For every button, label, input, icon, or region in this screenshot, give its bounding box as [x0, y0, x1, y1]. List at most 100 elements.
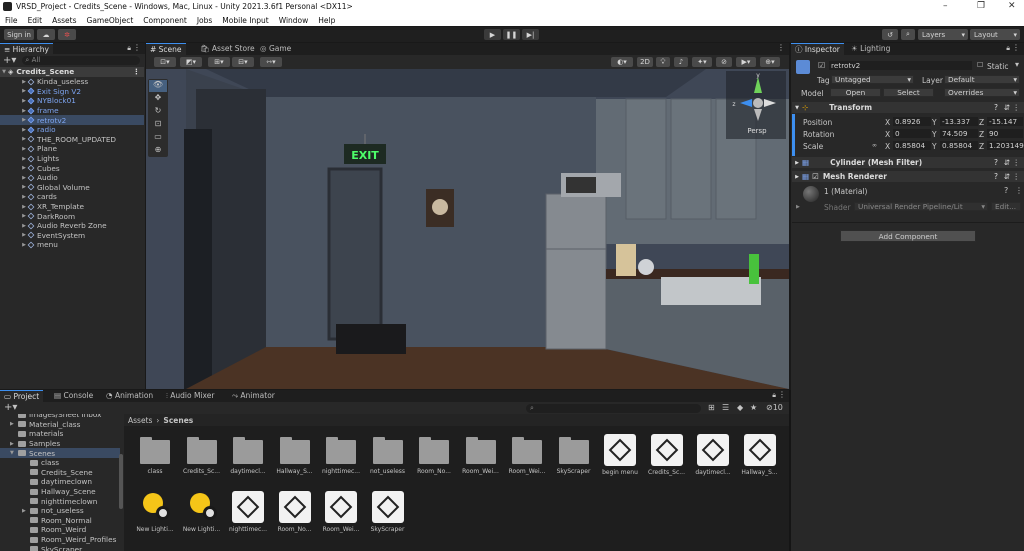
- asset-folder-item[interactable]: nighttimec...: [320, 432, 362, 492]
- pause-button[interactable]: ❚❚: [503, 29, 520, 40]
- menu-file[interactable]: File: [5, 16, 18, 25]
- hierarchy-item-frame[interactable]: ▶ frame: [0, 106, 144, 116]
- hierarchy-item-audio-reverb-zone[interactable]: ▶ Audio Reverb Zone: [0, 221, 144, 231]
- help-icon[interactable]: ?: [994, 103, 998, 112]
- audio-toggle-icon[interactable]: ♪: [674, 57, 688, 67]
- asset-light-item[interactable]: New Lighti...: [181, 489, 223, 549]
- link-icon[interactable]: ∞: [872, 142, 877, 149]
- project-folder-scenes[interactable]: ▼ Scenes: [0, 448, 120, 458]
- grid-snap-dropdown[interactable]: ⊞▾: [208, 57, 230, 67]
- menu-help[interactable]: Help: [318, 16, 335, 25]
- expand-arrow-icon[interactable]: ▼: [10, 450, 18, 456]
- project-folder-samples[interactable]: ▶ Samples: [0, 439, 120, 449]
- label-icon[interactable]: ◆: [737, 403, 743, 412]
- lock-icon[interactable]: 🔒︎: [1006, 44, 1010, 53]
- asset-folder-item[interactable]: SkyScraper: [553, 432, 595, 492]
- search-icon[interactable]: ⌕: [901, 29, 915, 40]
- project-folder-skyscraper[interactable]: SkyScraper: [0, 544, 120, 551]
- rotation-x-field[interactable]: 0: [893, 129, 931, 138]
- render-mode-dropdown[interactable]: ◐▾: [611, 57, 633, 67]
- tab-lighting[interactable]: ☀ Lighting: [847, 43, 894, 54]
- preset-icon[interactable]: ⇵: [1004, 172, 1010, 181]
- hierarchy-item-cubes[interactable]: ▶ Cubes: [0, 163, 144, 173]
- lighting-toggle-icon[interactable]: 💡︎: [656, 57, 670, 67]
- scale-y-field[interactable]: 0.85804: [940, 141, 978, 150]
- hierarchy-item-darkroom[interactable]: ▶ DarkRoom: [0, 211, 144, 221]
- breadcrumb-assets[interactable]: Assets: [128, 416, 152, 425]
- tab-game[interactable]: ◎ Game: [256, 43, 295, 54]
- rotation-z-field[interactable]: 90: [987, 129, 1023, 138]
- asset-folder-item[interactable]: class: [134, 432, 176, 492]
- preset-icon[interactable]: ⇵: [1004, 158, 1010, 167]
- transform-header[interactable]: ▼ ⊹ Transform ? ⇵ ⋮: [792, 102, 1024, 113]
- tab-animator[interactable]: ⤳ Animator: [228, 390, 279, 401]
- sign-in-button[interactable]: Sign in: [4, 29, 34, 40]
- project-folder-hallway-scene[interactable]: Hallway_Scene: [0, 487, 120, 497]
- project-folder-room-weird[interactable]: Room_Weird: [0, 525, 120, 535]
- menu-component[interactable]: Component: [143, 16, 187, 25]
- tab-console[interactable]: ▤ Console: [50, 390, 97, 401]
- menu-jobs[interactable]: Jobs: [197, 16, 212, 25]
- asset-folder-item[interactable]: daytimecl...: [227, 432, 269, 492]
- maximize-icon[interactable]: ❐: [977, 1, 985, 11]
- step-button[interactable]: ▶|: [522, 29, 539, 40]
- overrides-dropdown[interactable]: Overrides ▾: [944, 88, 1020, 97]
- play-button[interactable]: ▶: [484, 29, 501, 40]
- view-tool-icon[interactable]: 👁︎: [149, 80, 167, 92]
- project-folder-nighttimeclown[interactable]: nighttimeclown: [0, 496, 120, 506]
- tab-inspector[interactable]: ⓘ Inspector: [791, 43, 844, 55]
- hidden-objects-icon[interactable]: ⊘: [716, 57, 732, 67]
- effects-dropdown[interactable]: ✦▾: [692, 57, 712, 67]
- shading-dropdown[interactable]: ◩▾: [180, 57, 202, 67]
- expand-arrow-icon[interactable]: ▶: [796, 204, 800, 210]
- hierarchy-search-input[interactable]: ⌕ All: [22, 55, 141, 65]
- asset-scene-item[interactable]: begin menu: [599, 432, 641, 492]
- project-folder-material-class[interactable]: ▶ Material_class: [0, 420, 120, 430]
- asset-scene-item[interactable]: Hallway_S...: [739, 432, 781, 492]
- menu-assets[interactable]: Assets: [52, 16, 76, 25]
- expand-arrow-icon[interactable]: ▶: [22, 508, 30, 514]
- gizmos-dropdown[interactable]: ⊕▾: [760, 57, 780, 67]
- hierarchy-item-nyblock01[interactable]: ▶ NYBlock01: [0, 96, 144, 106]
- position-y-field[interactable]: -13.337: [940, 117, 978, 126]
- layout-dropdown[interactable]: Layout ▾: [970, 29, 1020, 40]
- shader-dropdown[interactable]: Universal Render Pipeline/Lit ▾: [854, 202, 988, 211]
- layers-dropdown[interactable]: Layers ▾: [918, 29, 968, 40]
- expand-arrow-icon[interactable]: ▶: [20, 136, 28, 142]
- project-folder-class[interactable]: class: [0, 458, 120, 468]
- asset-folder-item[interactable]: Room_Wei...: [460, 432, 502, 492]
- align-dropdown[interactable]: ⇿▾: [260, 57, 282, 67]
- scene-viewport[interactable]: EXIT y z Persp 👁︎ ✥ ↻ ⊡ ▭ ⊕: [146, 69, 789, 389]
- select-button[interactable]: Select: [883, 88, 934, 97]
- more-icon[interactable]: ⋮: [1013, 103, 1021, 112]
- expand-arrow-icon[interactable]: ▶: [10, 441, 18, 447]
- preset-icon[interactable]: ⇵: [1004, 103, 1010, 112]
- hierarchy-item-exit-sign-v2[interactable]: ▶ Exit Sign V2: [0, 87, 144, 97]
- tab-project[interactable]: ▭ Project: [0, 390, 44, 402]
- help-icon[interactable]: ?: [994, 172, 998, 181]
- static-checkbox[interactable]: ☐: [977, 61, 983, 69]
- cloud-icon[interactable]: ☁: [37, 29, 55, 40]
- expand-arrow-icon[interactable]: ▶: [20, 232, 28, 238]
- expand-arrow-icon[interactable]: ▶: [10, 421, 18, 427]
- asset-light-item[interactable]: New Lighti...: [134, 489, 176, 549]
- search-by-type-icon[interactable]: ⊞: [708, 403, 715, 412]
- project-folder-daytimeclown[interactable]: daytimeclown: [0, 477, 120, 487]
- project-search-input[interactable]: ⌕: [526, 404, 701, 413]
- shader-edit-button[interactable]: Edit...: [991, 202, 1021, 211]
- asset-folder-item[interactable]: Room_Wei...: [506, 432, 548, 492]
- project-folder-room-weird-profiles[interactable]: Room_Weird_Profiles: [0, 535, 120, 545]
- asset-scene-item[interactable]: Room_Wei...: [320, 489, 362, 549]
- help-icon[interactable]: ?: [994, 158, 998, 167]
- move-tool-icon[interactable]: ✥: [149, 93, 167, 105]
- scene-gizmo[interactable]: y z Persp: [726, 71, 786, 139]
- rect-tool-icon[interactable]: ▭: [149, 132, 167, 144]
- layer-dropdown[interactable]: Default ▾: [944, 75, 1020, 84]
- collab-icon[interactable]: ✲: [58, 29, 76, 40]
- project-folder-room-normal[interactable]: Room_Normal: [0, 516, 120, 526]
- mesh-renderer-header[interactable]: ▶ ▦ ☑ Mesh Renderer ? ⇵ ⋮: [792, 171, 1024, 182]
- hierarchy-item-eventsystem[interactable]: ▶ EventSystem: [0, 231, 144, 241]
- expand-arrow-icon[interactable]: ▶: [792, 160, 802, 166]
- more-icon[interactable]: ⋮: [1012, 43, 1020, 52]
- expand-arrow-icon[interactable]: ▼: [792, 105, 802, 111]
